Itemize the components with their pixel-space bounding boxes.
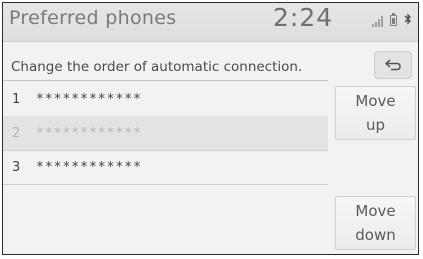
status-icons [372,13,412,28]
phone-name: ************ [36,159,142,175]
move-up-button[interactable]: Move up [335,86,416,140]
phone-list-item[interactable]: 1 ************ [3,82,328,117]
phone-list-item[interactable]: 3 ************ [3,150,328,185]
signal-icon [372,15,383,27]
screen-title: Preferred phones [9,7,177,29]
clock: 2:24 [273,3,334,32]
back-button[interactable] [374,51,412,79]
preferred-phones-screen: Preferred phones 2:24 Change the order o… [2,2,419,255]
phone-name: ************ [36,125,142,141]
move-down-label-line2: down [355,226,396,244]
phone-name: ************ [36,91,142,107]
move-down-button[interactable]: Move down [335,196,416,250]
phone-index: 1 [12,91,21,107]
instruction-row: Change the order of automatic connection… [3,42,328,81]
move-down-label-line1: Move [355,202,396,220]
phone-index: 2 [12,125,21,141]
back-arrow-icon [384,59,401,71]
header-bar: Preferred phones 2:24 [3,3,418,42]
battery-icon [390,13,397,26]
move-up-label-line2: up [365,116,386,134]
instruction-text: Change the order of automatic connection… [11,59,303,75]
phone-index: 3 [12,159,21,175]
bluetooth-icon [404,13,412,28]
phone-list-item-selected[interactable]: 2 ************ [3,116,328,151]
move-up-label-line1: Move [355,92,396,110]
